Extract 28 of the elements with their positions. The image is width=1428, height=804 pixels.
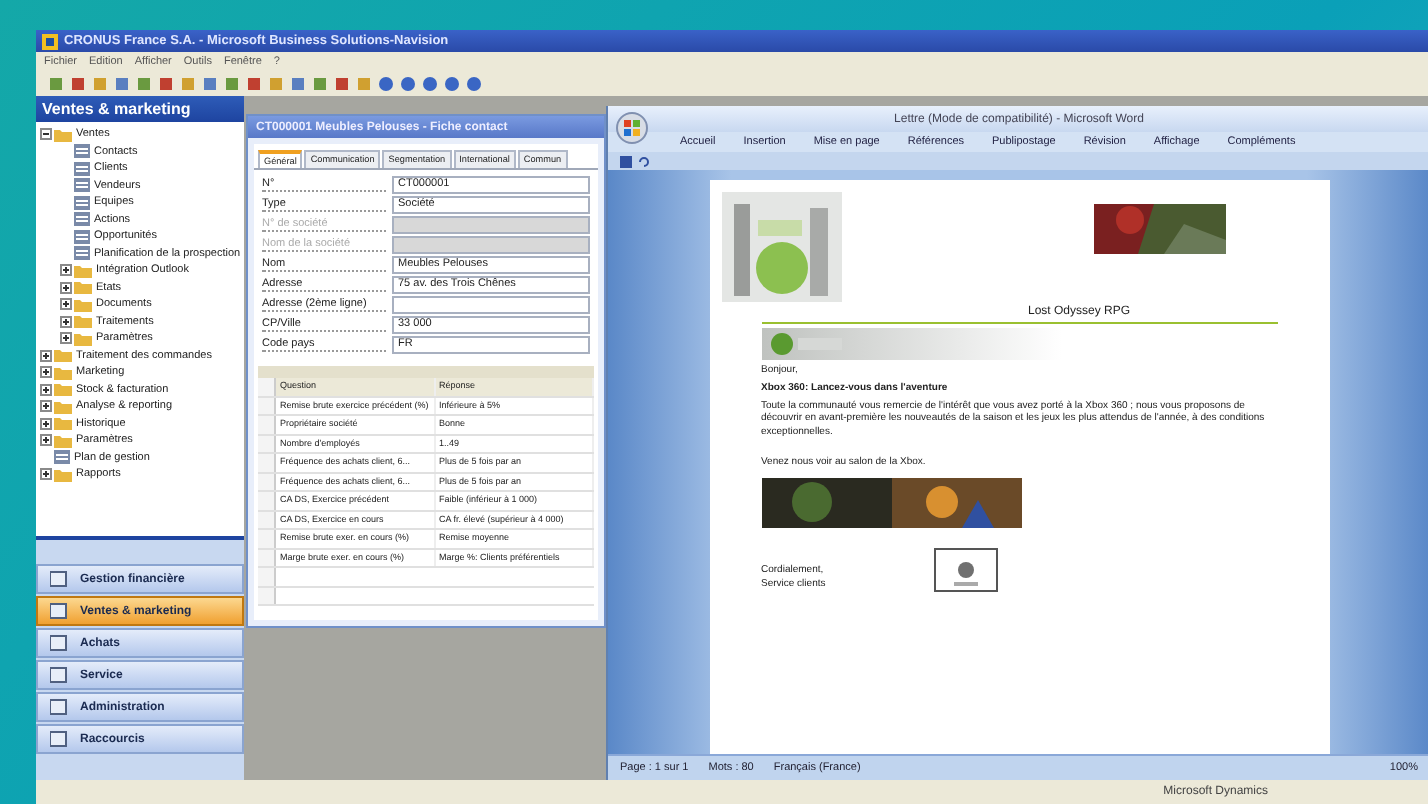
expander-icon[interactable] [40,349,52,362]
sidebar-header: Ventes & marketing [36,96,244,122]
circle-icon[interactable] [444,75,460,91]
expander-icon[interactable] [60,315,72,328]
expander-icon[interactable] [60,264,72,277]
expander-icon[interactable] [60,332,72,345]
input-field[interactable] [392,235,590,253]
circle-icon[interactable] [378,75,394,91]
expander-icon[interactable] [60,281,72,294]
circle-icon[interactable] [400,75,416,91]
circle-icon[interactable] [466,75,482,91]
folder-icon [54,127,72,142]
expander-icon[interactable] [60,298,72,311]
undo-icon[interactable] [638,155,650,167]
input-field[interactable] [392,215,590,233]
folder-icon [54,467,72,482]
expander-icon[interactable] [40,366,52,379]
list-icon [54,450,70,465]
expander-icon[interactable] [40,400,52,413]
input-field[interactable] [392,295,590,313]
expander-icon[interactable] [40,417,52,430]
expander-icon[interactable] [40,468,52,481]
expander-icon[interactable] [40,383,52,396]
expander-icon[interactable] [40,128,52,141]
circle-icon[interactable] [422,75,438,91]
app-icon [42,33,58,49]
save-icon[interactable] [620,155,632,167]
expander-icon[interactable] [40,434,52,447]
